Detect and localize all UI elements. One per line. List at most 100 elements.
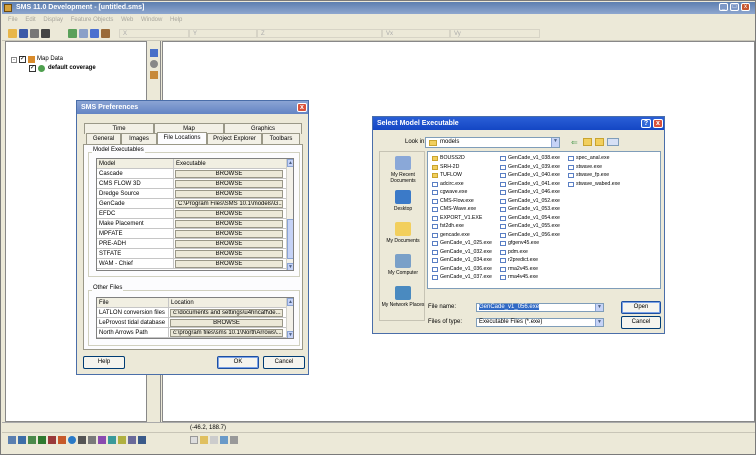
expand-icon[interactable]: -: [11, 57, 17, 63]
file-item[interactable]: adcirc.exe: [432, 181, 464, 188]
browse-button[interactable]: BROWSE: [175, 230, 283, 238]
scroll-thumb[interactable]: [287, 219, 293, 259]
file-item[interactable]: CMS-Wave.exe: [432, 206, 476, 213]
select-cancel-button[interactable]: Cancel: [621, 316, 661, 329]
file-item[interactable]: GenCade_v1_056.exe: [500, 232, 560, 239]
location-button[interactable]: c:\documents and settings\u4hncaff\de...: [170, 309, 283, 317]
file-item[interactable]: GenCade_v1_055.exe: [500, 223, 560, 230]
file-item[interactable]: rma2v45.exe: [500, 266, 538, 273]
view-menu-icon[interactable]: [607, 138, 619, 146]
close-icon[interactable]: x: [741, 3, 750, 11]
select-tool-icon[interactable]: [150, 49, 158, 57]
file-item[interactable]: stwave_wabed.exe: [568, 181, 620, 188]
print-icon[interactable]: [30, 29, 39, 38]
file-item[interactable]: GenCade_v1_032.exe: [432, 249, 492, 256]
tab-project-explorer[interactable]: Project Explorer: [207, 133, 262, 144]
coverage-checkbox-icon[interactable]: ✓: [29, 65, 36, 72]
file-item[interactable]: GenCade_v1_025.exe: [432, 240, 492, 247]
file-item[interactable]: GenCade_v1_039.exe: [500, 164, 560, 171]
minimize-icon[interactable]: _: [719, 3, 728, 11]
file-name-arrow-icon[interactable]: ▼: [595, 304, 603, 311]
file-item[interactable]: TUFLOW: [432, 172, 462, 179]
globe-icon[interactable]: [68, 436, 76, 444]
model-row[interactable]: Make Placement BROWSE: [97, 219, 287, 229]
file-item[interactable]: GenCade_v1_036.exe: [432, 266, 492, 273]
file-item[interactable]: gencade.exe: [432, 232, 470, 239]
vx-field[interactable]: Vx: [382, 29, 450, 38]
scroll-up-icon[interactable]: ▲: [287, 159, 293, 167]
menu-edit[interactable]: Edit: [25, 15, 35, 25]
file-item[interactable]: GenCade_v1_054.exe: [500, 215, 560, 222]
file-item[interactable]: GenCade_v1_053.exe: [500, 206, 560, 213]
other-file-row[interactable]: LeProvost tidal database BROWSE: [97, 318, 287, 328]
model-row[interactable]: MPFATE BROWSE: [97, 229, 287, 239]
grid-module-icon[interactable]: [38, 436, 46, 444]
browse-button[interactable]: BROWSE: [175, 220, 283, 228]
menu-help[interactable]: Help: [170, 15, 182, 25]
vy-field[interactable]: Vy: [450, 29, 540, 38]
look-in-dropdown[interactable]: models ▼: [425, 137, 560, 148]
help-button[interactable]: Help: [83, 356, 125, 369]
zoom-tool-icon[interactable]: [150, 60, 158, 68]
up-folder-icon[interactable]: [583, 138, 592, 146]
tab-images[interactable]: Images: [121, 133, 157, 144]
text-icon[interactable]: [210, 436, 218, 444]
contour-icon[interactable]: [118, 436, 126, 444]
menu-file[interactable]: File: [8, 15, 18, 25]
place-recent[interactable]: My Recent Documents: [380, 156, 426, 184]
tab-file-locations[interactable]: File Locations: [157, 132, 207, 144]
frame-icon[interactable]: [138, 436, 146, 444]
save-icon[interactable]: [19, 29, 28, 38]
maximize-icon[interactable]: □: [730, 3, 739, 11]
file-item[interactable]: rma4v45.exe: [500, 274, 538, 281]
browse-button[interactable]: BROWSE: [175, 260, 283, 268]
place-my-computer[interactable]: My Computer: [380, 254, 426, 276]
open-button[interactable]: Open: [621, 301, 661, 314]
browse-button[interactable]: BROWSE: [175, 240, 283, 248]
file-item[interactable]: r2predict.exe: [500, 257, 538, 264]
browse-button[interactable]: BROWSE: [175, 170, 283, 178]
ok-button[interactable]: OK: [217, 356, 259, 369]
file-item[interactable]: fst2dh.exe: [432, 223, 464, 230]
other-file-row[interactable]: LATLON conversion files c:\documents and …: [97, 308, 287, 318]
file-item[interactable]: spec_anal.exe: [568, 155, 609, 162]
other-scroll-down-icon[interactable]: ▼: [287, 331, 293, 338]
back-icon[interactable]: ⇐: [571, 138, 578, 147]
ruler-icon[interactable]: [200, 436, 208, 444]
pan-tool-icon[interactable]: [150, 71, 158, 79]
tree-root-label[interactable]: Map Data: [37, 56, 63, 62]
file-item[interactable]: GenCade_v1_046.exe: [500, 189, 560, 196]
browse-button[interactable]: BROWSE: [175, 210, 283, 218]
home-icon[interactable]: [8, 436, 16, 444]
help-icon[interactable]: ?: [641, 119, 651, 128]
image-icon[interactable]: [220, 436, 228, 444]
tab-toolbars[interactable]: Toolbars: [262, 133, 300, 144]
model-row[interactable]: GenCade C:\Program Files\SMS 10.1\models\…: [97, 199, 287, 209]
file-item[interactable]: gfgenv45.exe: [500, 240, 539, 247]
y-field[interactable]: Y: [189, 29, 257, 38]
file-type-arrow-icon[interactable]: ▼: [595, 319, 603, 326]
other-scroll-up-icon[interactable]: ▲: [287, 298, 293, 306]
other-grid-scrollbar[interactable]: ▲ ▼: [286, 298, 293, 338]
file-item[interactable]: GenCade_v1_037.exe: [432, 274, 492, 281]
checkbox-icon[interactable]: ✓: [19, 56, 26, 63]
place-network[interactable]: My Network Places: [380, 286, 426, 308]
info-icon[interactable]: [90, 29, 99, 38]
model-row[interactable]: STFATE BROWSE: [97, 249, 287, 259]
model-row[interactable]: WAM - Chief BROWSE: [97, 259, 287, 269]
node-icon[interactable]: [88, 436, 96, 444]
place-desktop[interactable]: Desktop: [380, 190, 426, 212]
file-item[interactable]: CMS-Flow.exe: [432, 198, 474, 205]
look-in-arrow-icon[interactable]: ▼: [551, 138, 559, 147]
tree-child-label[interactable]: default coverage: [48, 65, 96, 71]
file-item[interactable]: pdm.exe: [500, 249, 528, 256]
scatter-icon[interactable]: [28, 436, 36, 444]
file-item[interactable]: stwave_fp.exe: [568, 172, 609, 179]
select-vertex-icon[interactable]: [78, 436, 86, 444]
delete-icon[interactable]: [41, 29, 50, 38]
map-icon[interactable]: [48, 436, 56, 444]
browse-button[interactable]: BROWSE: [175, 190, 283, 198]
preferences-close-icon[interactable]: x: [297, 103, 307, 112]
browse-button[interactable]: BROWSE: [175, 180, 283, 188]
file-item[interactable]: GenCade_v1_052.exe: [500, 198, 560, 205]
